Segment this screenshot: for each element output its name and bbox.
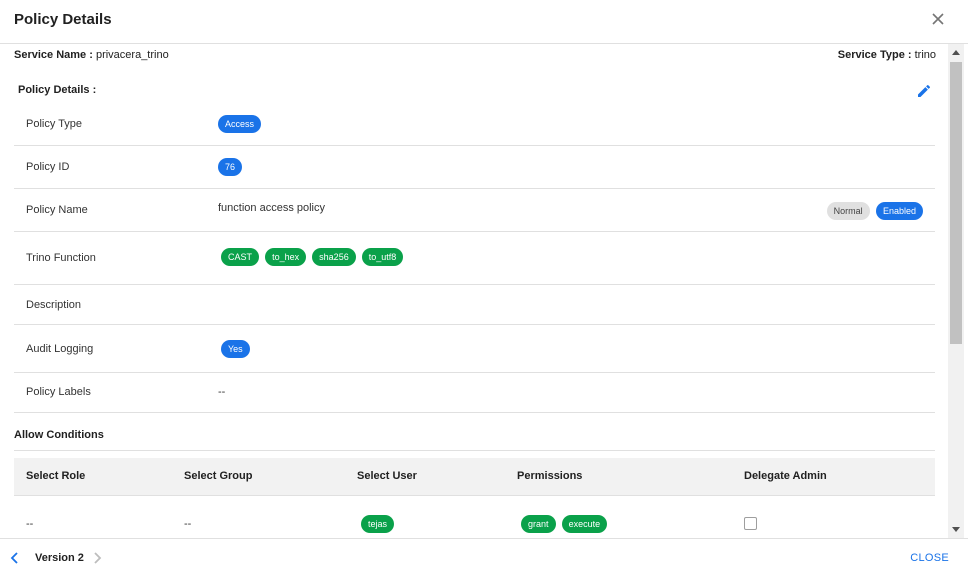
chevron-right-icon[interactable]: [90, 551, 104, 565]
trino-function-values: CAST to_hex sha256 to_utf8: [221, 248, 406, 266]
function-chip: CAST: [221, 248, 260, 266]
permission-chip: execute: [561, 515, 608, 533]
service-type-label: Service Type :: [837, 49, 912, 61]
enabled-badge: Enabled: [875, 202, 923, 220]
row-policy-labels: Policy Labels --: [14, 373, 935, 413]
policy-name-value: function access policy: [218, 202, 325, 214]
audit-logging-value-cell: Yes: [221, 340, 253, 358]
dialog-title: Policy Details: [14, 11, 112, 28]
scrollbar-thumb[interactable]: [950, 62, 962, 344]
close-icon[interactable]: [930, 11, 946, 27]
version-label: Version 2: [35, 552, 84, 564]
vertical-scrollbar[interactable]: [948, 44, 964, 538]
policy-type-value-cell: Access: [218, 115, 264, 133]
service-name-label: Service Name :: [14, 49, 93, 61]
function-chip: to_utf8: [361, 248, 404, 266]
policy-labels-value: --: [218, 386, 226, 398]
service-type-value: trino: [914, 49, 936, 61]
scroll-down-arrow-icon[interactable]: [952, 527, 960, 532]
col-select-user: Select User: [357, 470, 417, 482]
user-chip: tejas: [361, 515, 395, 533]
policy-type-label: Policy Type: [26, 118, 83, 130]
scroll-up-arrow-icon[interactable]: [952, 50, 960, 55]
permission-values: grant execute: [521, 515, 610, 533]
allow-conditions-label: Allow Conditions: [14, 429, 104, 441]
row-trino-function: Trino Function CAST to_hex sha256 to_utf…: [14, 232, 935, 285]
group-value: --: [184, 518, 192, 530]
service-info-row: Service Name : privacera_trino Service T…: [14, 49, 936, 65]
row-audit-logging: Audit Logging Yes: [14, 325, 935, 373]
policy-id-value-cell: 76: [218, 158, 245, 176]
policy-name-label: Policy Name: [26, 204, 88, 216]
dialog-header: Policy Details: [0, 0, 968, 44]
close-button[interactable]: CLOSE: [910, 552, 949, 564]
policy-id-chip: 76: [218, 158, 243, 176]
user-values: tejas: [361, 515, 397, 533]
chevron-left-icon[interactable]: [8, 551, 22, 565]
service-type: Service Type : trino: [838, 49, 936, 61]
normal-badge: Normal: [826, 202, 870, 220]
col-permissions: Permissions: [517, 470, 583, 482]
audit-logging-label: Audit Logging: [26, 343, 94, 355]
dialog-footer: Version 2 CLOSE: [0, 538, 968, 576]
policy-labels-label: Policy Labels: [26, 386, 91, 398]
row-policy-type: Policy Type Access: [14, 103, 935, 146]
policy-status-badges: Normal Enabled: [826, 202, 923, 220]
dialog-content: Service Name : privacera_trino Service T…: [0, 44, 948, 538]
pencil-icon[interactable]: [916, 83, 932, 99]
description-label: Description: [26, 299, 82, 311]
policy-id-label: Policy ID: [26, 161, 70, 173]
table-row: -- -- tejas grant execute: [14, 496, 935, 538]
col-delegate-admin: Delegate Admin: [744, 470, 827, 482]
role-value: --: [26, 518, 34, 530]
col-select-group: Select Group: [184, 470, 253, 482]
policy-type-chip: Access: [218, 115, 262, 133]
delegate-admin-checkbox[interactable]: [744, 517, 757, 530]
row-policy-name: Policy Name function access policy Norma…: [14, 189, 935, 232]
trino-function-label: Trino Function: [26, 252, 96, 264]
function-chip: sha256: [312, 248, 356, 266]
policy-details-table: Policy Type Access Policy ID 76 Policy N…: [14, 103, 935, 413]
service-name-value: privacera_trino: [95, 49, 169, 61]
service-name: Service Name : privacera_trino: [14, 49, 169, 61]
divider: [14, 450, 935, 451]
row-description: Description: [14, 285, 935, 325]
row-policy-id: Policy ID 76: [14, 146, 935, 189]
function-chip: to_hex: [265, 248, 307, 266]
col-select-role: Select Role: [26, 470, 86, 482]
audit-logging-chip: Yes: [221, 340, 250, 358]
permissions-table-header: Select Role Select Group Select User Per…: [14, 458, 935, 496]
permission-chip: grant: [521, 515, 556, 533]
policy-details-label: Policy Details :: [18, 84, 97, 96]
